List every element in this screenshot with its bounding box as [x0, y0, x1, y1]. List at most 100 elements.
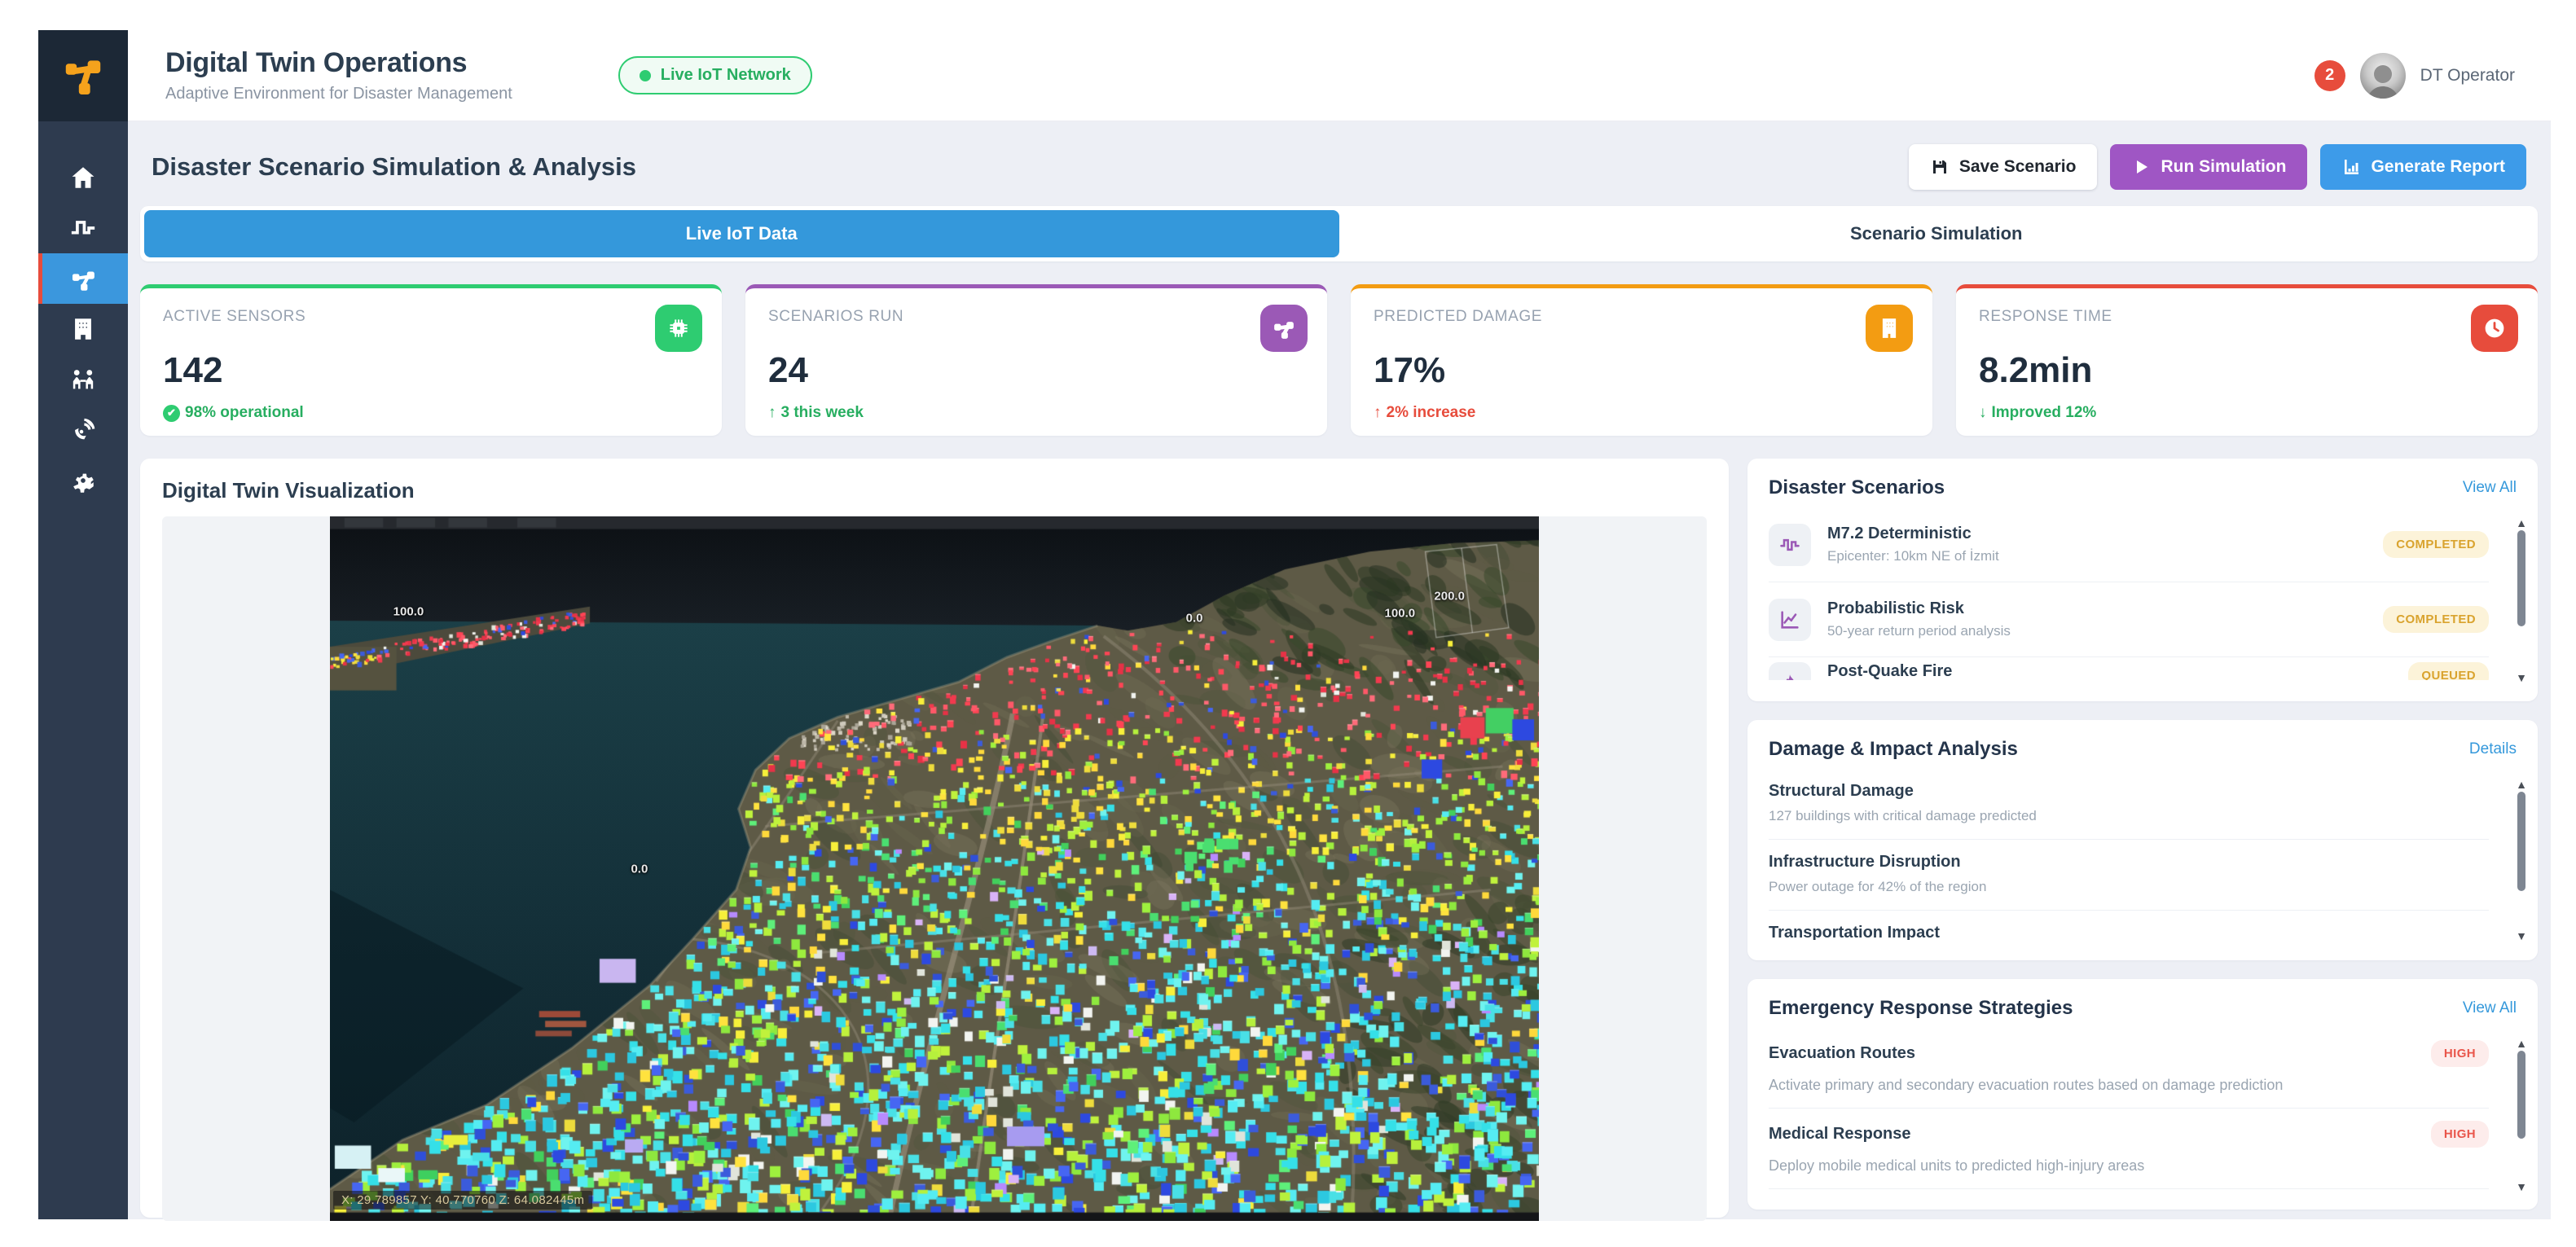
stat-card-active-sensors: ACTIVE SENSORS 142 ✔98% operational [140, 284, 722, 436]
report-chart-icon [2341, 157, 2361, 177]
damage-subtitle: Power outage for 42% of the region [1769, 879, 2489, 895]
app-title: Digital Twin Operations [165, 47, 512, 79]
tab-live-iot-data[interactable]: Live IoT Data [144, 210, 1339, 257]
stat-delta: ↑3 this week [768, 404, 1304, 422]
scrollbar: ▲ ▼ [2515, 517, 2528, 683]
panel-title: Damage & Impact Analysis [1769, 738, 2018, 761]
save-scenario-button[interactable]: Save Scenario [1909, 144, 2098, 190]
generate-report-button[interactable]: Generate Report [2320, 144, 2526, 190]
scrollbar: ▲ ▼ [2515, 779, 2528, 942]
sidebar-item-activity[interactable] [38, 203, 128, 253]
scroll-thumb[interactable] [2517, 1051, 2525, 1139]
damage-list: Structural Damage 127 buildings with cri… [1769, 769, 2517, 940]
app-logo[interactable] [38, 30, 128, 121]
scenario-row-m72-deterministic[interactable]: M7.2 DeterministicEpicenter: 10km NE of … [1769, 507, 2489, 582]
sidebar-item-digital-twin[interactable] [38, 253, 128, 304]
scroll-up-arrow[interactable]: ▲ [2516, 1038, 2527, 1049]
sidebar-item-sensors[interactable] [38, 405, 128, 455]
view-all-link[interactable]: View All [2463, 479, 2517, 497]
sidebar-item-response-teams[interactable] [38, 354, 128, 405]
arrow-up-icon: ↑ [768, 404, 776, 422]
app-header: Digital Twin Operations Adaptive Environ… [128, 30, 2551, 121]
stat-value: 142 [163, 350, 699, 391]
priority-badge: HIGH [2431, 1040, 2489, 1067]
damage-row-structural: Structural Damage 127 buildings with cri… [1769, 769, 2489, 840]
avatar[interactable] [2360, 53, 2406, 99]
damage-subtitle: 127 buildings with critical damage predi… [1769, 808, 2489, 824]
building-icon [1866, 305, 1913, 352]
live-status-dot [640, 70, 651, 81]
stat-delta: ✔98% operational [163, 404, 699, 422]
user-name[interactable]: DT Operator [2420, 66, 2515, 86]
panel-title: Disaster Scenarios [1769, 476, 1945, 499]
play-icon [2131, 157, 2151, 177]
network-nodes-icon [1260, 305, 1308, 352]
run-simulation-button[interactable]: Run Simulation [2110, 144, 2307, 190]
stat-label: PREDICTED DAMAGE [1374, 308, 1910, 326]
notification-badge[interactable]: 2 [2314, 60, 2345, 91]
stat-value: 24 [768, 350, 1304, 391]
map-coordinates-readout: X: 29.789857 Y: 40.770760 Z: 64.082445m [333, 1191, 592, 1210]
map-viewport: 100.00.0100.0200.00.0 X: 29.789857 Y: 40… [330, 516, 1539, 1221]
strategy-subtitle: Activate primary and secondary evacuatio… [1769, 1077, 2489, 1094]
person-silhouette-icon [2360, 56, 2406, 99]
network-nodes-icon [62, 55, 104, 97]
scroll-thumb[interactable] [2517, 792, 2525, 891]
damage-title: Infrastructure Disruption [1769, 853, 2489, 872]
stat-delta: ↑2% increase [1374, 404, 1910, 422]
stat-card-scenarios-run: SCENARIOS RUN 24 ↑3 this week [745, 284, 1327, 436]
main-content: Disaster Scenario Simulation & Analysis … [128, 121, 2551, 1219]
sidebar-item-buildings[interactable] [38, 304, 128, 354]
damage-row-infrastructure: Infrastructure Disruption Power outage f… [1769, 840, 2489, 911]
tab-scenario-simulation[interactable]: Scenario Simulation [1339, 210, 2534, 257]
scenario-row-probabilistic-risk[interactable]: Probabilistic Risk 50-year return period … [1769, 582, 2489, 657]
view-all-link[interactable]: View All [2463, 999, 2517, 1017]
scroll-up-arrow[interactable]: ▲ [2516, 779, 2527, 790]
stat-value: 17% [1374, 350, 1910, 391]
status-badge: QUEUED [2408, 662, 2489, 680]
strategy-subtitle: Deploy mobile medical units to predicted… [1769, 1157, 2489, 1175]
scroll-down-arrow[interactable]: ▼ [2516, 930, 2527, 942]
status-badge: COMPLETED [2383, 606, 2489, 633]
response-row-medical-response[interactable]: Medical ResponseHIGH Deploy mobile medic… [1769, 1109, 2489, 1189]
flame-icon [1769, 662, 1811, 680]
clock-icon [2471, 305, 2518, 352]
scroll-down-arrow[interactable]: ▼ [2516, 1181, 2527, 1192]
status-badge: COMPLETED [2383, 531, 2489, 558]
scroll-down-arrow[interactable]: ▼ [2516, 672, 2527, 683]
response-list: Evacuation RoutesHIGH Activate primary a… [1769, 1028, 2517, 1189]
response-row-evacuation-routes[interactable]: Evacuation RoutesHIGH Activate primary a… [1769, 1028, 2489, 1109]
sidebar [38, 30, 128, 1219]
scenario-row-post-quake-fire[interactable]: Post-Quake Fire QUEUED [1769, 657, 2489, 680]
visualization-stage: 100.00.0100.0200.00.0 X: 29.789857 Y: 40… [162, 516, 1707, 1221]
app-window: Digital Twin Operations Adaptive Environ… [38, 30, 2551, 1219]
scenario-title: Probabilistic Risk [1827, 599, 2011, 618]
emergency-response-panel: Emergency Response Strategies View All E… [1747, 979, 2538, 1210]
network-nodes-icon [69, 265, 97, 292]
team-icon [69, 366, 97, 393]
strategy-title: Medical Response [1769, 1125, 1911, 1144]
app-subtitle: Adaptive Environment for Disaster Manage… [165, 85, 512, 103]
details-link[interactable]: Details [2469, 740, 2517, 758]
digital-twin-visualization-card: Digital Twin Visualization 100.00.0100.0… [140, 459, 1729, 1218]
scenario-list: M7.2 DeterministicEpicenter: 10km NE of … [1769, 507, 2517, 680]
scenario-title: Post-Quake Fire [1827, 662, 1952, 680]
arrow-up-icon: ↑ [1374, 404, 1382, 422]
satellite-dish-icon [69, 416, 97, 444]
stat-card-predicted-damage: PREDICTED DAMAGE 17% ↑2% increase [1351, 284, 1932, 436]
digital-twin-3d-map[interactable] [330, 516, 1539, 1221]
damage-impact-panel: Damage & Impact Analysis Details Structu… [1747, 720, 2538, 960]
damage-title: Structural Damage [1769, 782, 2489, 801]
live-badge-label: Live IoT Network [661, 66, 791, 85]
scroll-thumb[interactable] [2517, 530, 2525, 626]
stat-value: 8.2min [1979, 350, 2515, 391]
generate-report-label: Generate Report [2371, 157, 2505, 177]
sidebar-item-settings[interactable] [38, 455, 128, 506]
save-scenario-label: Save Scenario [1959, 157, 2077, 177]
scenario-subtitle: Epicenter: 10km NE of İzmit [1827, 548, 1999, 564]
sidebar-item-home[interactable] [38, 152, 128, 203]
scrollbar: ▲ ▼ [2515, 1038, 2528, 1192]
scenario-subtitle: 50-year return period analysis [1827, 623, 2011, 639]
scroll-up-arrow[interactable]: ▲ [2516, 517, 2527, 529]
damage-title: Transportation Impact [1769, 924, 2489, 940]
